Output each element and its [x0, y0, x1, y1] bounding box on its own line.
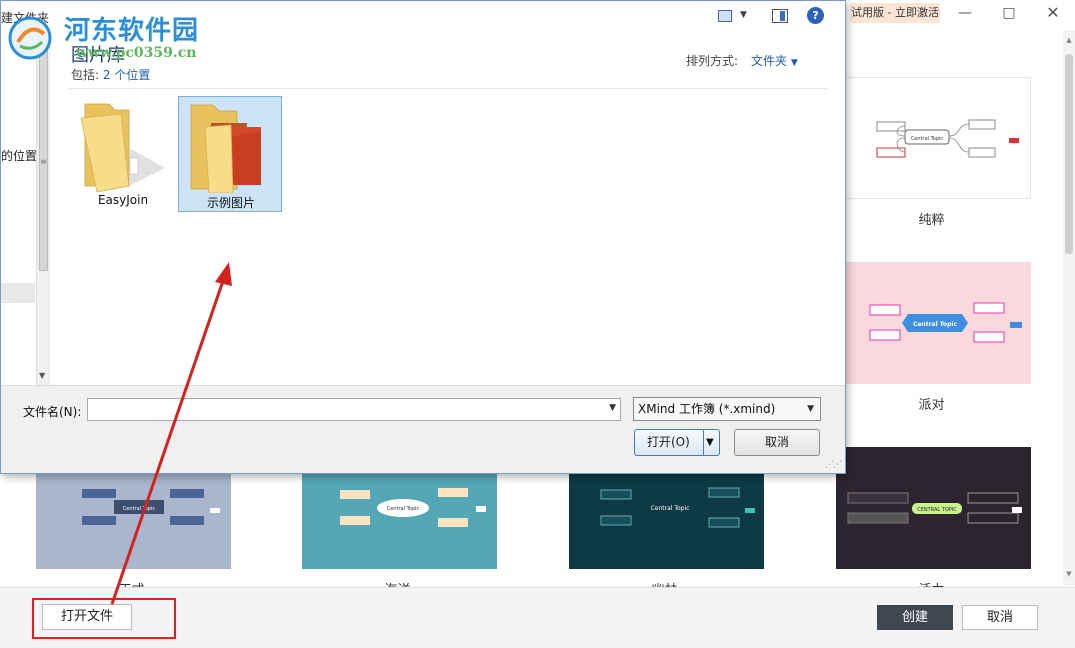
open-button-label: 打开(O) [647, 435, 690, 449]
arrange-by-dropdown[interactable]: 文件夹 ▼ [751, 52, 798, 69]
folder-item-sample-pictures[interactable]: 示例图片 [178, 96, 282, 212]
file-open-dialog: 建文件夹 ▼ ? 的位置 ≡ ▼ 图片库 包括: 2 个位置 排列方式: 文件夹… [0, 0, 846, 474]
theme-preview-huoli: CENTRAL TOPIC [847, 492, 1022, 524]
filename-input[interactable] [88, 399, 598, 420]
theme-label-chuncui: 纯粹 [918, 213, 945, 228]
scroll-up-arrow-icon[interactable]: ▲ [1065, 36, 1073, 44]
theme-list-scrollbar[interactable]: ▲ ▼ [1063, 30, 1075, 586]
theme-card-haiyang[interactable]: Central Topic [302, 474, 497, 569]
central-topic-text: CENTRAL TOPIC [917, 507, 957, 513]
watermark-logo-icon [8, 16, 52, 60]
resize-grip-icon[interactable]: ⋰⋰ [825, 460, 842, 470]
folder-icon [190, 104, 261, 193]
central-topic-text: Central Topic [123, 506, 156, 512]
change-view-icon[interactable] [718, 10, 732, 22]
central-topic-text: Central Topic [387, 506, 420, 512]
includes-locations-link[interactable]: 2 个位置 [103, 68, 150, 82]
arrange-by-label: 排列方式: [686, 54, 739, 68]
close-button[interactable]: ✕ [1038, 2, 1068, 24]
theme-card-zhengshi[interactable]: Central Topic [36, 474, 231, 569]
theme-label-zhengshi: 正式 [34, 579, 229, 587]
theme-preview-youlin: Central Topic [600, 487, 755, 528]
theme-label-paidui: 派对 [918, 398, 945, 413]
annotation-highlight-box [32, 598, 176, 639]
library-includes: 包括: 2 个位置 [71, 66, 150, 83]
theme-preview-haiyang: Central Topic [340, 488, 486, 527]
theme-preview-paidui: Central Topic [869, 302, 1022, 343]
scroll-down-arrow-icon[interactable]: ▼ [39, 371, 45, 380]
chevron-down-icon: ▼ [790, 58, 798, 68]
folder-label: EasyJoin [97, 193, 149, 207]
maximize-button[interactable]: □ [994, 2, 1024, 24]
theme-label-haiyang: 海洋 [300, 579, 495, 587]
watermark-title: 河东软件园 [64, 16, 200, 46]
folder-item-easyjoin[interactable]: EasyJoin [71, 96, 175, 212]
theme-preview-chuncui: Central Topic [876, 119, 1019, 158]
minimize-button[interactable]: — [950, 2, 980, 24]
folder-icon [80, 103, 165, 192]
arrange-by-value: 文件夹 [751, 54, 788, 68]
theme-card-paidui[interactable]: Central Topic [836, 262, 1031, 384]
filename-label: 文件名(N): [23, 405, 82, 419]
help-icon[interactable]: ? [807, 7, 824, 24]
xmind-cancel-button[interactable]: 取消 [962, 605, 1038, 630]
open-button[interactable]: 打开(O) ▼ [634, 429, 720, 456]
trial-activate-badge[interactable]: 试用版 - 立即激活 [850, 3, 940, 23]
central-topic-text: Central Topic [913, 321, 958, 328]
preview-pane-icon[interactable] [772, 9, 788, 23]
theme-card-youlin[interactable]: Central Topic [569, 474, 764, 569]
central-topic-text: Central Topic [911, 136, 944, 142]
create-button[interactable]: 创建 [877, 605, 953, 630]
chevron-down-icon[interactable]: ▼ [609, 403, 616, 413]
dialog-cancel-button[interactable]: 取消 [734, 429, 820, 456]
file-type-value: XMind 工作簿 (*.xmind) [638, 402, 776, 416]
nav-pane-scrollbar[interactable]: ≡ ▼ [36, 33, 50, 385]
nav-item-selected[interactable] [1, 283, 35, 303]
theme-card-chuncui[interactable]: Central Topic [836, 77, 1031, 199]
nav-item-location[interactable]: 的位置 [1, 147, 37, 164]
header-divider [69, 88, 827, 89]
central-topic-text: Central Topic [651, 505, 690, 512]
filename-bar: 文件名(N): ▼ XMind 工作簿 (*.xmind) ▼ 打开(O) ▼ … [1, 385, 845, 473]
includes-label: 包括: [71, 68, 100, 82]
scroll-grip-icon: ≡ [40, 157, 47, 166]
theme-card-huoli[interactable]: CENTRAL TOPIC [836, 447, 1031, 569]
theme-preview-zhengshi: Central Topic [82, 489, 220, 525]
view-dropdown-arrow-icon[interactable]: ▼ [740, 10, 747, 20]
scroll-down-arrow-icon[interactable]: ▼ [1065, 570, 1073, 578]
open-options-dropdown-icon[interactable]: ▼ [706, 430, 714, 455]
scrollbar-thumb[interactable] [1065, 54, 1073, 254]
chevron-down-icon: ▼ [807, 404, 814, 414]
filename-combobox[interactable]: ▼ [87, 398, 621, 421]
folder-label: 示例图片 [206, 196, 255, 210]
split-divider [703, 430, 704, 455]
theme-label-youlin: 幽林 [567, 579, 762, 587]
file-type-select[interactable]: XMind 工作簿 (*.xmind) ▼ [633, 397, 821, 421]
theme-label-huoli: 活力 [834, 579, 1029, 587]
scrollbar-thumb[interactable] [39, 35, 48, 271]
watermark-url: www.pc0359.cn [76, 45, 197, 61]
